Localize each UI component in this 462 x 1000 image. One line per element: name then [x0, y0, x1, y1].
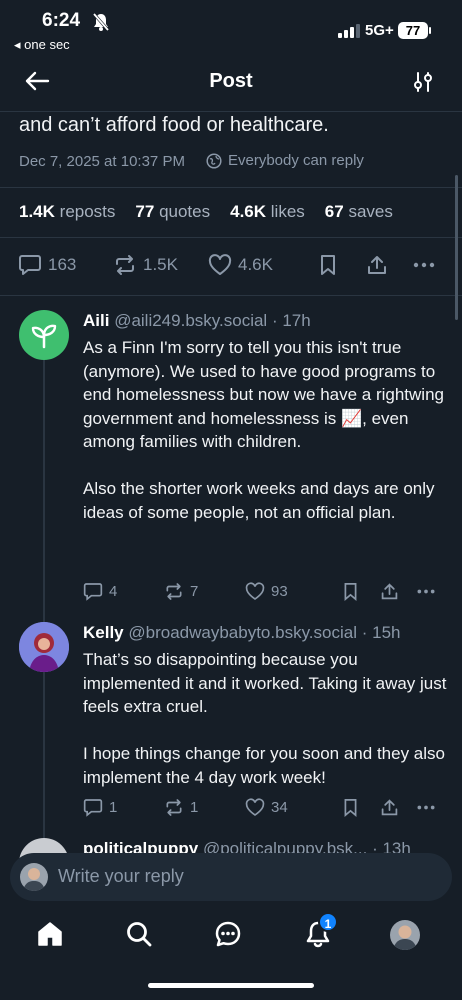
user-photo — [19, 622, 69, 672]
like-button[interactable]: 93 — [245, 582, 288, 601]
author-name: Aili — [83, 311, 110, 330]
repost-icon — [166, 583, 182, 600]
like-count: 93 — [271, 583, 288, 600]
more-button[interactable] — [412, 254, 436, 276]
reply-button[interactable]: 1 — [83, 798, 117, 817]
bookmark-icon — [344, 583, 357, 601]
post-text: and can’t afford food or healthcare. — [19, 114, 329, 136]
reply-time: · 17h — [271, 311, 311, 330]
reply-time: · 15h — [361, 623, 401, 642]
thread-line — [43, 357, 45, 857]
divider — [0, 187, 462, 188]
speech-bubble-icon — [19, 255, 41, 275]
reply-text: As a Finn I'm sorry to tell you this isn… — [83, 336, 453, 524]
reply-paragraph: That’s so disappointing because you impl… — [83, 650, 447, 716]
reply-button[interactable]: 163 — [18, 254, 76, 276]
post-stats: 1.4K reposts 77 quotes 4.6K likes 67 sav… — [19, 202, 393, 222]
heart-icon — [245, 798, 265, 817]
battery-nub — [429, 27, 431, 34]
reply-count: 4 — [109, 583, 118, 600]
ellipsis-icon — [417, 805, 435, 810]
author-handle: @broadwaybabyto.bsky.social — [128, 623, 357, 642]
heart-icon — [245, 582, 265, 601]
reply-paragraph: As a Finn I'm sorry to tell you this isn… — [83, 338, 444, 451]
repost-count: 1.5K — [143, 255, 178, 274]
search-icon[interactable] — [125, 920, 153, 948]
reply-author[interactable]: Kelly @broadwaybabyto.bsky.social · 15h — [83, 623, 400, 643]
earth-icon — [206, 152, 222, 169]
reply-count: 1 — [109, 799, 118, 816]
sliders-icon[interactable] — [412, 70, 434, 94]
author-handle: @aili249.bsky.social — [114, 311, 268, 330]
home-icon[interactable] — [36, 920, 64, 948]
divider — [0, 237, 462, 238]
home-indicator — [148, 983, 314, 988]
reply-setting[interactable]: Everybody can reply — [206, 152, 364, 169]
share-button[interactable] — [380, 582, 399, 601]
notifications-badge: 1 — [318, 912, 338, 932]
likes-stat[interactable]: 4.6K likes — [230, 202, 305, 222]
ellipsis-icon — [417, 589, 435, 594]
sprout-icon — [31, 324, 57, 349]
share-icon — [368, 256, 386, 274]
like-count: 4.6K — [238, 255, 273, 274]
share-button[interactable] — [380, 798, 399, 817]
chat-icon[interactable] — [214, 920, 242, 948]
status-time: 6:24 — [42, 10, 81, 31]
reply-input-placeholder[interactable]: Write your reply — [58, 866, 184, 887]
profile-avatar[interactable] — [390, 920, 420, 950]
repost-button[interactable]: 1 — [164, 798, 198, 817]
bookmark-icon — [344, 799, 357, 817]
network-type: 5G+ — [365, 22, 394, 39]
reply-paragraph: Also the shorter work weeks and days are… — [83, 479, 435, 522]
ellipsis-icon — [413, 262, 435, 268]
more-button[interactable] — [416, 798, 436, 817]
divider — [0, 295, 462, 296]
bell-muted-icon — [92, 12, 110, 32]
user-photo — [20, 863, 48, 891]
scrollbar[interactable] — [455, 175, 458, 320]
reply-author[interactable]: Aili @aili249.bsky.social · 17h — [83, 311, 311, 331]
reply-button[interactable]: 4 — [83, 582, 117, 601]
repost-count: 1 — [190, 799, 199, 816]
repost-button[interactable]: 7 — [164, 582, 198, 601]
quotes-stat[interactable]: 77 quotes — [135, 202, 210, 222]
reposts-stat[interactable]: 1.4K reposts — [19, 202, 115, 222]
repost-icon — [166, 799, 182, 816]
repost-icon — [116, 255, 134, 275]
post-timestamp: Dec 7, 2025 at 10:37 PM — [19, 153, 185, 170]
user-photo — [390, 920, 420, 950]
speech-bubble-icon — [83, 799, 103, 817]
repost-count: 7 — [190, 583, 199, 600]
like-button[interactable]: 4.6K — [208, 254, 273, 276]
bookmark-button[interactable] — [342, 798, 359, 817]
bookmark-button[interactable] — [342, 582, 359, 601]
bookmark-button[interactable] — [318, 254, 338, 276]
battery-level: 77 — [398, 22, 428, 39]
avatar[interactable] — [19, 310, 69, 360]
reply-paragraph: I hope things change for you soon and th… — [83, 744, 445, 787]
saves-stat[interactable]: 67 saves — [325, 202, 393, 222]
share-icon — [381, 799, 398, 816]
reply-count: 163 — [48, 255, 77, 274]
avatar[interactable] — [19, 622, 69, 672]
speech-bubble-icon — [83, 583, 103, 601]
like-count: 34 — [271, 799, 288, 816]
bookmark-icon — [321, 255, 335, 275]
reply-setting-label: Everybody can reply — [228, 152, 364, 169]
page-title: Post — [209, 70, 253, 92]
more-button[interactable] — [416, 582, 436, 601]
author-name: Kelly — [83, 623, 124, 642]
heart-icon — [208, 254, 232, 275]
avatar — [20, 863, 48, 891]
cellular-signal-icon — [338, 24, 360, 38]
repost-button[interactable]: 1.5K — [113, 254, 178, 276]
reply-text: That’s so disappointing because you impl… — [83, 648, 453, 789]
share-icon — [381, 583, 398, 600]
share-button[interactable] — [366, 254, 388, 276]
like-button[interactable]: 34 — [245, 798, 288, 817]
back-to-app-link[interactable]: ◂ one sec — [14, 37, 70, 53]
